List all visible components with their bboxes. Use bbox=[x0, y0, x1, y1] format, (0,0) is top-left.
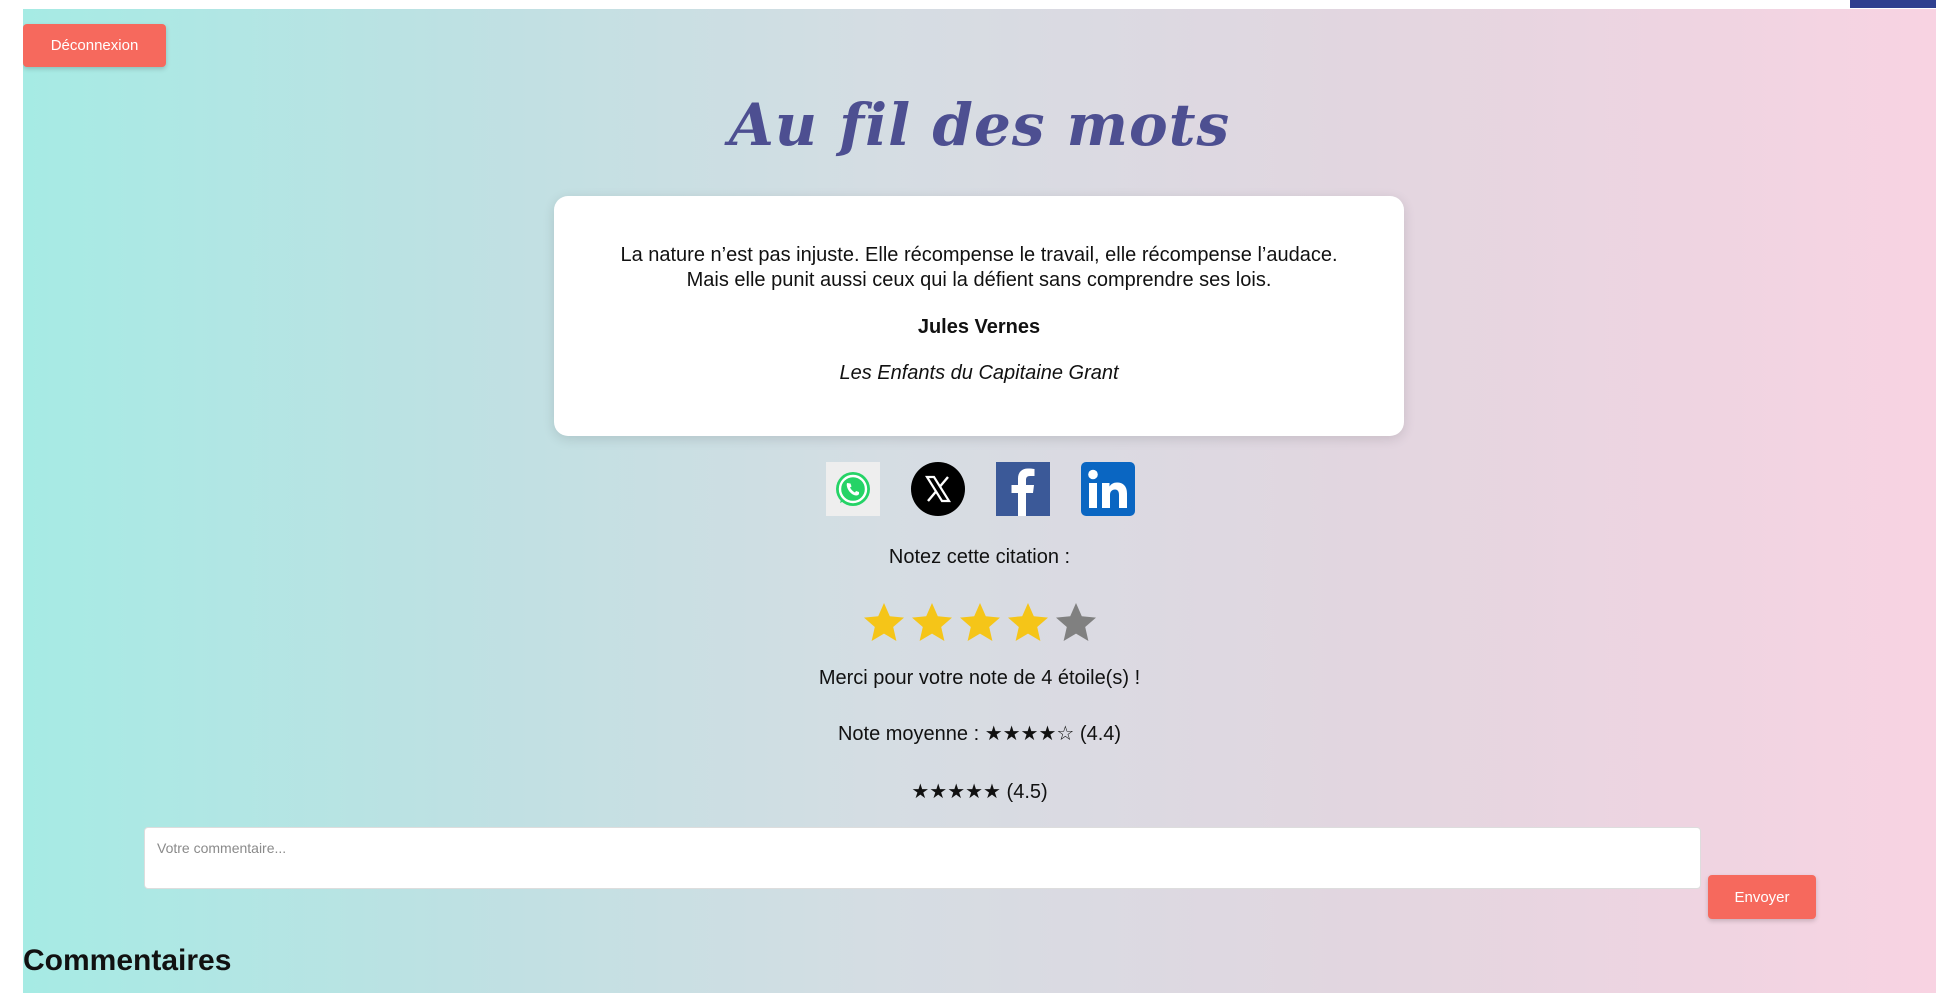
quote-author: Jules Vernes bbox=[917, 316, 1041, 338]
rating-star-3[interactable] bbox=[956, 599, 1004, 647]
rating-stars bbox=[860, 599, 1100, 647]
rating-star-2[interactable] bbox=[908, 599, 956, 647]
average-rating: Note moyenne : ★★★★☆ (4.4) bbox=[837, 723, 1122, 745]
linkedin-icon[interactable] bbox=[1081, 462, 1135, 516]
rating-star-1[interactable] bbox=[860, 599, 908, 647]
quote-line-2: Mais elle punit aussi ceux qui la défien… bbox=[686, 269, 1272, 291]
comment-input[interactable] bbox=[144, 827, 1701, 889]
comments-heading: Commentaires bbox=[23, 944, 232, 977]
rating-label: Notez cette citation : bbox=[888, 546, 1071, 568]
share-buttons bbox=[826, 462, 1135, 516]
whatsapp-icon[interactable] bbox=[826, 462, 880, 516]
send-button[interactable]: Envoyer bbox=[1708, 875, 1816, 919]
window-edge bbox=[1936, 0, 1941, 993]
facebook-icon[interactable] bbox=[996, 462, 1050, 516]
rating-thanks: Merci pour votre note de 4 étoile(s) ! bbox=[818, 667, 1141, 689]
corner-accent bbox=[1850, 0, 1936, 8]
rating-star-4[interactable] bbox=[1004, 599, 1052, 647]
quote-text: La nature n’est pas injuste. Elle récomp… bbox=[584, 243, 1374, 293]
quote-book: Les Enfants du Capitaine Grant bbox=[839, 362, 1119, 384]
page-background: Déconnexion Au fil des mots La nature n’… bbox=[23, 9, 1936, 993]
rating-star-5[interactable] bbox=[1052, 599, 1100, 647]
x-icon[interactable] bbox=[911, 462, 965, 516]
secondary-rating: ★★★★★ (4.5) bbox=[911, 781, 1048, 803]
logout-button[interactable]: Déconnexion bbox=[23, 24, 166, 67]
site-title: Au fil des mots bbox=[728, 91, 1231, 159]
quote-line-1: La nature n’est pas injuste. Elle récomp… bbox=[620, 244, 1338, 266]
quote-card: La nature n’est pas injuste. Elle récomp… bbox=[554, 196, 1404, 436]
